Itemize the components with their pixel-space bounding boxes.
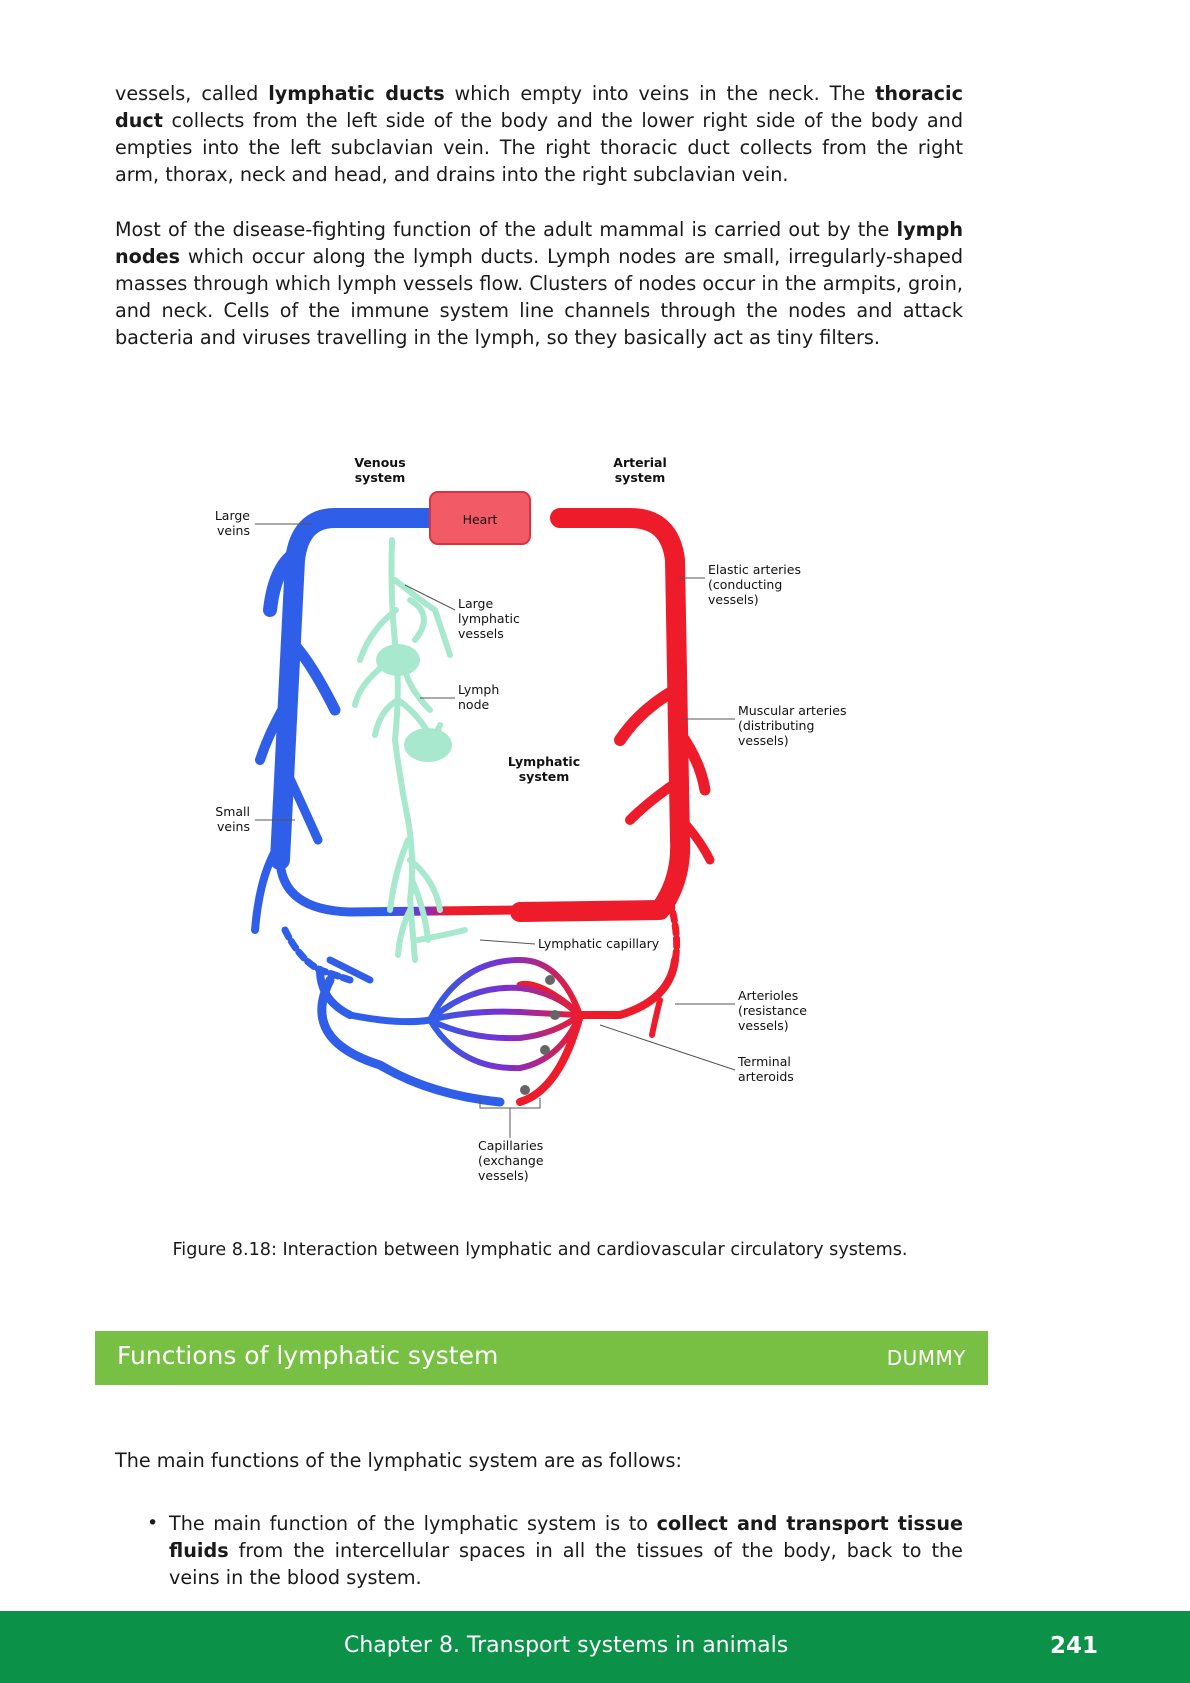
bullet-icon: •	[147, 1512, 159, 1534]
label-elastic-arteries: Elastic arteries (conducting vessels)	[708, 562, 801, 607]
paragraph-lymphatic-ducts: vessels, called lymphatic ducts which em…	[115, 82, 963, 186]
label-large-veins: Large veins	[215, 508, 250, 538]
label-venous-system: Venous system	[354, 455, 405, 485]
term-lymphatic-ducts: lymphatic ducts	[268, 82, 445, 105]
label-capillaries: Capillaries (exchange vessels)	[478, 1138, 544, 1183]
label-lymphatic-capillary: Lymphatic capillary	[538, 936, 660, 951]
page-footer: Chapter 8. Transport systems in animals …	[0, 1611, 1190, 1683]
footer-chapter-title: Chapter 8. Transport systems in animals	[344, 1633, 789, 1658]
label-small-veins: Small veins	[215, 804, 250, 834]
figure-caption: Figure 8.18: Interaction between lymphat…	[172, 1240, 908, 1260]
page-number: 241	[1049, 1633, 1098, 1659]
label-terminal-arteroids: Terminal arteroids	[737, 1054, 794, 1084]
label-arterioles: Arterioles (resistance vessels)	[738, 988, 807, 1033]
label-heart: Heart	[463, 512, 498, 527]
circulatory-diagram: Venous system Arterial system Heart Large v…	[200, 440, 900, 1200]
list-item: • The main function of the lymphatic syst…	[147, 1512, 963, 1589]
section-tag: DUMMY	[886, 1346, 966, 1370]
label-arterial-system: Arterial system	[613, 455, 666, 485]
label-lymph-node: Lymph node	[458, 682, 499, 712]
lymph-node-1	[376, 644, 420, 676]
label-large-lymphatic-vessels: Large lymphatic vessels	[458, 596, 520, 641]
label-lymphatic-system: Lymphatic system	[508, 754, 580, 784]
label-muscular-arteries: Muscular arteries (distributing vessels)	[738, 703, 846, 748]
lymph-node-2	[404, 728, 452, 762]
paragraph-functions-intro: The main functions of the lymphatic syst…	[115, 1449, 682, 1472]
functions-list: • The main function of the lymphatic syst…	[145, 1510, 963, 1591]
section-header: Functions of lymphatic system DUMMY	[95, 1331, 988, 1385]
paragraph-lymph-nodes: Most of the disease-fighting function of…	[115, 218, 963, 349]
section-title: Functions of lymphatic system	[117, 1341, 499, 1370]
